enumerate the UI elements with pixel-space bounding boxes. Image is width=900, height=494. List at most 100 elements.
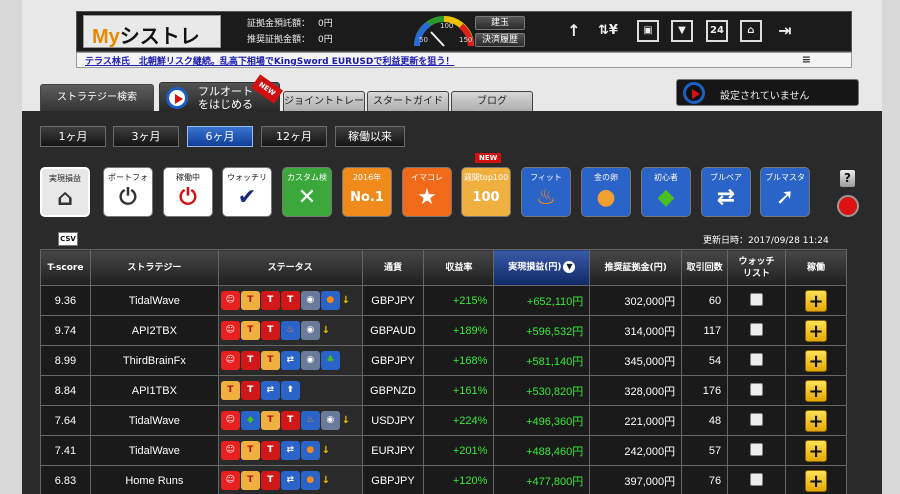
home-icon[interactable]: ⌂ [740, 20, 762, 42]
period-6-months[interactable]: 6ヶ月 [187, 126, 253, 147]
play-icon [166, 87, 188, 109]
add-strategy-button[interactable]: + [804, 349, 827, 372]
category-tile[interactable]: フィット ♨ [521, 167, 571, 217]
ticker-link[interactable]: テラス林氏 北朝鮮リスク継続。乱高下相場でKingSword EURUSDで利益… [85, 54, 454, 67]
cell-strategy-name[interactable]: TidalWave [89, 405, 219, 436]
period-since-start[interactable]: 稼働以来 [335, 126, 405, 147]
cell-tscore: 7.41 [40, 435, 91, 466]
cell-strategy-name[interactable]: API1TBX [89, 375, 219, 406]
col-trade-count[interactable]: 取引回数 [681, 249, 729, 286]
cell-status: T T ⇄ ⬆ [217, 375, 363, 406]
status-t100-icon: T [240, 351, 260, 370]
category-tile[interactable]: ブルマスタ ➚ [760, 167, 810, 217]
screen-person-icon[interactable]: ▣ [637, 20, 659, 42]
table-row[interactable]: 8.99 ThirdBrainFx ☺ T T ⇄ ◉ ♣ GBPJPY +168% +581,14… [40, 345, 848, 376]
sort-desc-icon[interactable]: ▼ [563, 261, 576, 274]
add-strategy-button[interactable]: + [804, 289, 827, 312]
tab-strategy-search[interactable]: ストラテジー検索 [40, 84, 154, 114]
menu-icon[interactable]: ≡ [802, 54, 811, 65]
category-tile[interactable]: ポートフォ ⏻ [103, 167, 153, 217]
csv-download-icon[interactable]: CSV [58, 232, 78, 246]
cell-strategy-name[interactable]: Home Runs [89, 465, 219, 494]
watchlist-checkbox[interactable] [750, 442, 764, 456]
table-row[interactable]: 9.74 API2TBX ☺ T T ♨ ◉ ↓ GBPAUD +189% +596,532円 314… [40, 315, 848, 346]
col-currency[interactable]: 通貨 [361, 249, 425, 286]
col-recommended-margin[interactable]: 推奨証拠金(円) [589, 249, 683, 286]
positions-button[interactable]: 建玉 [475, 16, 525, 30]
screen-down-icon[interactable]: ▼ [671, 20, 693, 42]
watchlist-checkbox[interactable] [750, 352, 764, 366]
cell-strategy-name[interactable]: TidalWave [89, 285, 219, 316]
col-realized-pnl[interactable]: 実現損益(円) ▼ [493, 249, 591, 286]
cell-recommended-margin: 345,000円 [589, 345, 683, 376]
status-top100-icon: T [240, 441, 260, 460]
status-tree-icon: ♣ [320, 351, 340, 370]
cell-strategy-name[interactable]: ThirdBrainFx [89, 345, 219, 376]
tab-start-guide[interactable]: スタートガイド [367, 91, 449, 113]
tab-blog[interactable]: ブログ [451, 91, 533, 113]
status-fire-icon: ♨ [280, 321, 300, 340]
status-t100-icon: T [260, 471, 280, 490]
add-strategy-button[interactable]: + [804, 469, 827, 492]
tab-joint-trade[interactable]: ジョイントトレード [283, 91, 365, 127]
cell-tscore: 9.74 [40, 315, 91, 346]
settlement-history-button[interactable]: 決済履歴 [475, 33, 525, 47]
add-strategy-button[interactable]: + [804, 409, 827, 432]
add-strategy-button[interactable]: + [804, 319, 827, 342]
table-row[interactable]: 9.36 TidalWave ☺ T T T ◉ ● ↓ GBPJPY +215% +652,110円… [40, 285, 848, 316]
tab-full-auto[interactable]: フルオート をはじめる NEW [159, 74, 284, 113]
category-tile[interactable]: 稼働中 ⏻ [163, 167, 213, 217]
cell-return-rate: +120% [423, 465, 495, 494]
arrow-up-icon[interactable]: ↑ [563, 20, 585, 42]
table-row[interactable]: 7.64 TidalWave ☺ ◆ T T ♨ ◉ ↓ USDJPY +224% +496,360円… [40, 405, 848, 436]
cell-strategy-name[interactable]: API2TBX [89, 315, 219, 346]
category-tile[interactable]: 金の卵 ● [581, 167, 631, 217]
category-tile[interactable]: イマコレ ★ [402, 167, 452, 217]
trend-down-icon: ↓ [321, 475, 331, 486]
period-1-month[interactable]: 1ヶ月 [40, 126, 106, 147]
cell-strategy-name[interactable]: TidalWave [89, 435, 219, 466]
cell-watchlist [727, 465, 786, 494]
status-smile-icon: ☺ [220, 441, 240, 460]
exchange-icon[interactable]: ⇅¥ [593, 20, 623, 42]
col-strategy[interactable]: ストラテジー [89, 249, 219, 286]
watchlist-checkbox[interactable] [750, 292, 764, 306]
category-label: フィット [530, 173, 562, 182]
col-tscore[interactable]: T-score [40, 249, 91, 286]
add-strategy-button[interactable]: + [804, 439, 827, 462]
status-t100-icon: T [260, 441, 280, 460]
cell-tscore: 6.83 [40, 465, 91, 494]
full-auto-settings-button[interactable]: 設定されていません [676, 79, 859, 106]
status-globe-icon: ◉ [300, 321, 320, 340]
category-label: 2016年 [352, 173, 382, 182]
period-12-months[interactable]: 12ヶ月 [261, 126, 327, 147]
category-tile[interactable]: 初心者 ◆ [641, 167, 691, 217]
collapse-icon[interactable] [837, 195, 859, 217]
category-tile[interactable]: ウォッチリ ✔ [222, 167, 272, 217]
category-tile[interactable]: ブルベア ⇄ [701, 167, 751, 217]
period-3-months[interactable]: 3ヶ月 [113, 126, 179, 147]
watchlist-checkbox[interactable] [750, 472, 764, 486]
table-row[interactable]: 8.84 API1TBX T T ⇄ ⬆ GBPNZD +161% +530,820円 328,0… [40, 375, 848, 406]
col-watchlist: ウォッチ リスト [727, 249, 786, 286]
site-logo[interactable]: Myシストレ24 [83, 15, 221, 71]
table-row[interactable]: 6.83 Home Runs ☺ T T ⇄ ● ↓ GBPJPY +120% +477,800円 3… [40, 465, 848, 494]
cell-return-rate: +161% [423, 375, 495, 406]
category-label: イマコレ [411, 173, 443, 182]
category-tile[interactable]: 実現損益 ⌂ [40, 167, 90, 217]
watchlist-checkbox[interactable] [750, 412, 764, 426]
cell-currency-pair: GBPJPY [361, 285, 425, 316]
watchlist-checkbox[interactable] [750, 322, 764, 336]
help-button[interactable]: ? [840, 170, 855, 187]
status-smile-icon: ☺ [220, 321, 240, 340]
logout-icon[interactable]: ⇥ [774, 20, 796, 42]
watchlist-checkbox[interactable] [750, 382, 764, 396]
add-strategy-button[interactable]: + [804, 379, 827, 402]
table-row[interactable]: 7.41 TidalWave ☺ T T ⇄ ● ↓ EURJPY +201% +488,460円 2… [40, 435, 848, 466]
category-tile[interactable]: 週間top100 100 [461, 167, 511, 217]
category-tile[interactable]: 2016年 No.1 [342, 167, 392, 217]
status-arrowup-icon: ⬆ [280, 381, 300, 400]
calendar-24-icon[interactable]: 24 [706, 20, 728, 42]
col-return-rate[interactable]: 収益率 [423, 249, 495, 286]
category-tile[interactable]: カスタム検 ✕ [282, 167, 332, 217]
